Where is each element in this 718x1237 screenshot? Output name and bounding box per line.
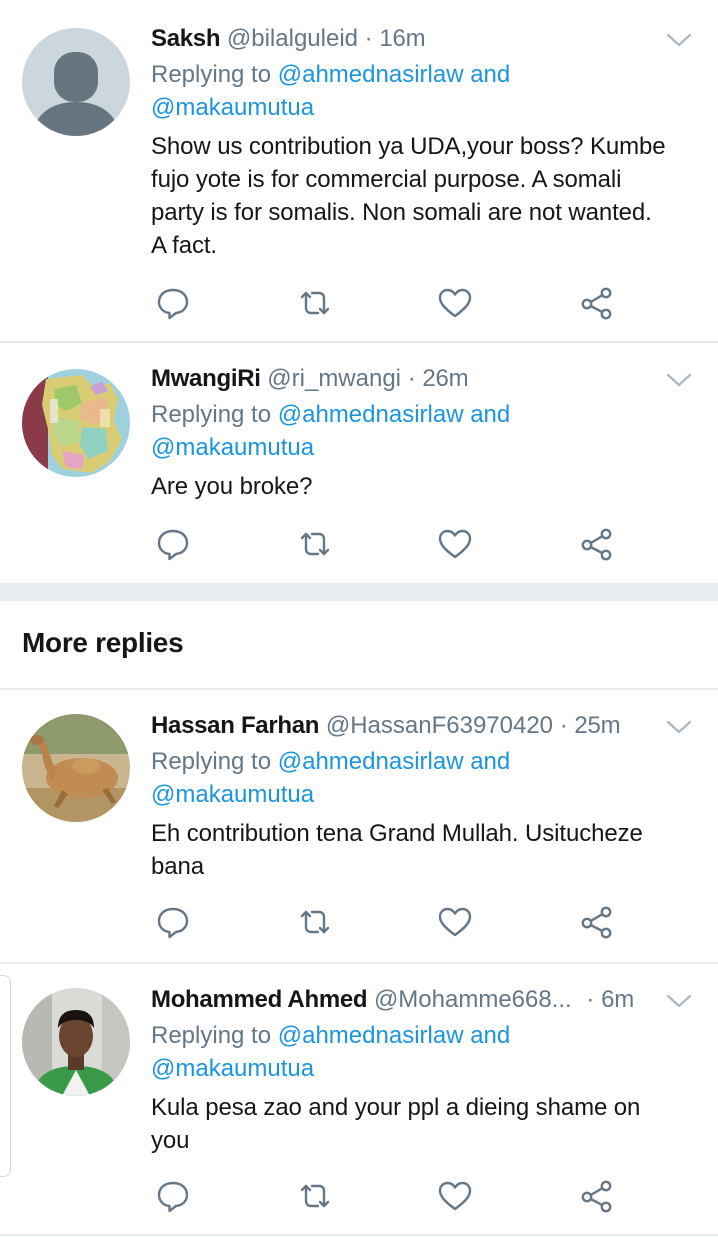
tweet-text-line: Are you broke? bbox=[151, 473, 313, 500]
tweet-header: Mohammed Ahmed @Mohamme668... · 6m bbox=[151, 981, 694, 1019]
reply-tweet[interactable]: MwangiRi @ri_mwangi · 26m Replying to @a… bbox=[0, 343, 718, 583]
replying-to: Replying to @ahmednasirlaw and @makaumut… bbox=[151, 398, 694, 464]
share-icon[interactable] bbox=[577, 1176, 617, 1216]
share-icon[interactable] bbox=[577, 902, 617, 942]
section-title: More replies bbox=[22, 627, 184, 658]
reply-tweet[interactable]: Hassan Farhan @HassanF63970420 · 25m Rep… bbox=[0, 690, 718, 962]
tweet-text-line: Show us contribution ya UDA,your boss? K… bbox=[151, 133, 666, 160]
retweet-icon[interactable] bbox=[295, 524, 335, 564]
replying-to: Replying to @ahmednasirlaw and @makaumut… bbox=[151, 1019, 694, 1085]
tweet-text-line: you bbox=[151, 1127, 190, 1154]
separator: · bbox=[364, 25, 373, 52]
tweet-text-line: A fact. bbox=[151, 232, 218, 259]
tweet-actions bbox=[151, 524, 631, 564]
retweet-icon[interactable] bbox=[295, 1176, 335, 1216]
like-icon[interactable] bbox=[435, 283, 475, 323]
mention-link[interactable]: @makaumutua bbox=[151, 434, 314, 461]
timestamp[interactable]: 25m bbox=[574, 712, 620, 739]
replying-to: Replying to @ahmednasirlaw and @makaumut… bbox=[151, 58, 694, 124]
tweet-actions bbox=[151, 283, 631, 323]
section-separator bbox=[0, 583, 718, 601]
separator: · bbox=[586, 986, 595, 1013]
mention-link[interactable]: @makaumutua bbox=[151, 1055, 314, 1082]
tweet-content: Mohammed Ahmed @Mohamme668... · 6m Reply… bbox=[151, 981, 694, 1157]
reply-tweet[interactable]: Saksh @bilalguleid · 16m Replying to @ah… bbox=[0, 0, 718, 340]
like-icon[interactable] bbox=[435, 524, 475, 564]
author-name[interactable]: Saksh bbox=[151, 25, 221, 52]
tweet-actions bbox=[151, 902, 631, 942]
tweet-header: Hassan Farhan @HassanF63970420 · 25m bbox=[151, 707, 694, 745]
timestamp[interactable]: 26m bbox=[422, 365, 468, 392]
tweet-text: Show us contribution ya UDA,your boss? K… bbox=[151, 130, 694, 262]
tweet-text-line: Kula pesa zao and your ppl a dieing sham… bbox=[151, 1094, 641, 1121]
tweet-text: Eh contribution tena Grand Mullah. Usitu… bbox=[151, 817, 694, 883]
reply-icon[interactable] bbox=[153, 283, 193, 323]
avatar[interactable] bbox=[22, 369, 130, 477]
author-handle[interactable]: @ri_mwangi bbox=[267, 365, 401, 392]
author-name[interactable]: MwangiRi bbox=[151, 365, 261, 392]
reply-tweet[interactable]: Mohammed Ahmed @Mohamme668... · 6m Reply… bbox=[12, 964, 718, 1234]
mention-link[interactable]: @ahmednasirlaw and bbox=[278, 1022, 511, 1049]
tweet-text-line: Eh contribution tena Grand Mullah. Usitu… bbox=[151, 820, 643, 847]
chevron-down-icon[interactable] bbox=[664, 715, 694, 739]
replying-to-label: Replying to bbox=[151, 401, 272, 428]
mention-link[interactable]: @makaumutua bbox=[151, 94, 314, 121]
reply-icon[interactable] bbox=[153, 524, 193, 564]
avatar[interactable] bbox=[22, 28, 130, 136]
share-icon[interactable] bbox=[577, 524, 617, 564]
chevron-down-icon[interactable] bbox=[664, 368, 694, 392]
tweet-text-line: party is for somalis. Non somali are not… bbox=[151, 199, 652, 226]
tweet-text: Are you broke? bbox=[151, 470, 694, 503]
tweet-content: Hassan Farhan @HassanF63970420 · 25m Rep… bbox=[151, 707, 694, 883]
replying-to-label: Replying to bbox=[151, 1022, 272, 1049]
like-icon[interactable] bbox=[435, 902, 475, 942]
replying-to: Replying to @ahmednasirlaw and @makaumut… bbox=[151, 745, 694, 811]
author-name[interactable]: Hassan Farhan bbox=[151, 712, 319, 739]
timestamp[interactable]: 16m bbox=[379, 25, 425, 52]
timestamp[interactable]: 6m bbox=[601, 986, 634, 1013]
separator: · bbox=[407, 365, 416, 392]
tweet-text-line: bana bbox=[151, 853, 204, 880]
tweet-actions bbox=[151, 1176, 631, 1216]
author-handle[interactable]: @bilalguleid bbox=[227, 25, 358, 52]
scroll-edge bbox=[0, 975, 11, 1177]
replying-to-label: Replying to bbox=[151, 748, 272, 775]
retweet-icon[interactable] bbox=[295, 283, 335, 323]
mention-link[interactable]: @ahmednasirlaw and bbox=[278, 61, 511, 88]
chevron-down-icon[interactable] bbox=[664, 989, 694, 1013]
tweet-content: MwangiRi @ri_mwangi · 26m Replying to @a… bbox=[151, 360, 694, 503]
chevron-down-icon[interactable] bbox=[664, 28, 694, 52]
tweet-header: Saksh @bilalguleid · 16m bbox=[151, 20, 694, 58]
avatar[interactable] bbox=[22, 988, 130, 1096]
retweet-icon[interactable] bbox=[295, 902, 335, 942]
avatar[interactable] bbox=[22, 714, 130, 822]
tweet-content: Saksh @bilalguleid · 16m Replying to @ah… bbox=[151, 20, 694, 262]
like-icon[interactable] bbox=[435, 1176, 475, 1216]
author-name[interactable]: Mohammed Ahmed bbox=[151, 986, 368, 1013]
share-icon[interactable] bbox=[577, 283, 617, 323]
author-handle[interactable]: @HassanF63970420 bbox=[326, 712, 553, 739]
author-handle[interactable]: @Mohamme668... bbox=[374, 986, 572, 1013]
mention-link[interactable]: @ahmednasirlaw and bbox=[278, 748, 511, 775]
tweet-text: Kula pesa zao and your ppl a dieing sham… bbox=[151, 1091, 694, 1157]
tweet-text-line: fujo yote is for commercial purpose. A s… bbox=[151, 166, 622, 193]
mention-link[interactable]: @ahmednasirlaw and bbox=[278, 401, 511, 428]
divider bbox=[0, 1234, 718, 1236]
mention-link[interactable]: @makaumutua bbox=[151, 781, 314, 808]
tweet-header: MwangiRi @ri_mwangi · 26m bbox=[151, 360, 694, 398]
reply-icon[interactable] bbox=[153, 902, 193, 942]
reply-icon[interactable] bbox=[153, 1176, 193, 1216]
more-replies-header: More replies bbox=[0, 601, 718, 688]
replying-to-label: Replying to bbox=[151, 61, 272, 88]
separator: · bbox=[559, 712, 568, 739]
